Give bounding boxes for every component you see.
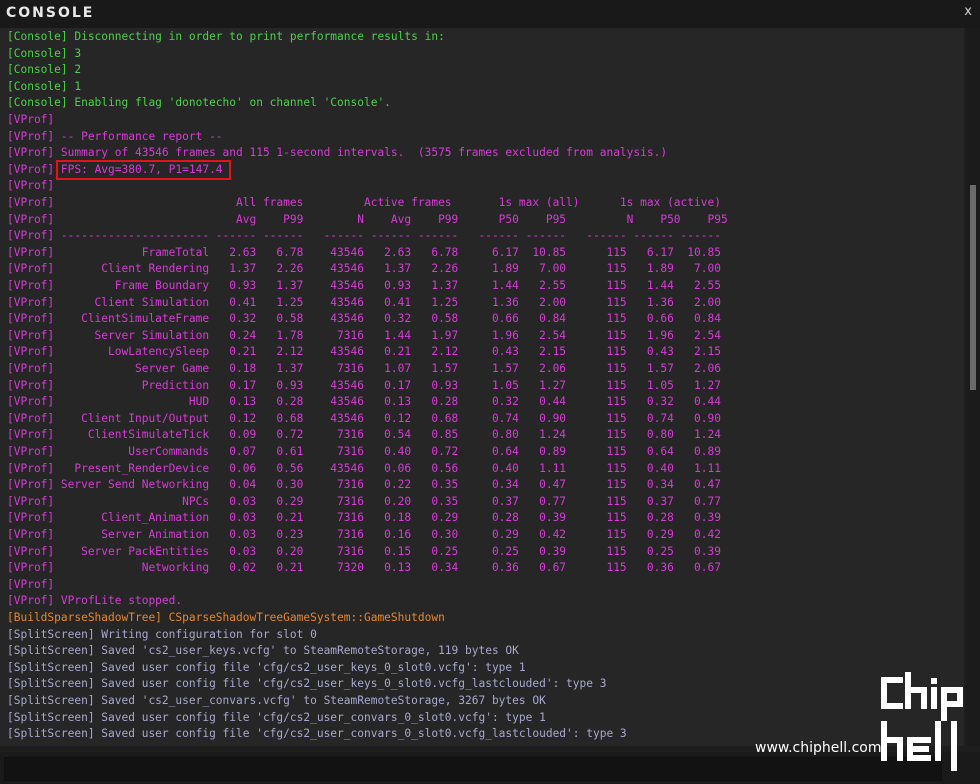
perf-table-row: [VProf] ClientSimulateTick 0.09 0.72 731… [7,428,721,442]
perf-table-row: [VProf] HUD 0.13 0.28 43546 0.13 0.28 0.… [7,395,721,409]
perf-table-row: [VProf] FrameTotal 2.63 6.78 43546 2.63 … [7,245,721,259]
perf-table-row: [VProf] Server Game 0.18 1.37 7316 1.07 … [7,362,721,375]
vprof-line: [VProf] [7,179,55,193]
perf-table-separator: [VProf] ---------------------- ------ --… [7,229,721,243]
splitscreen-line: [SplitScreen] Saved user config file 'cf… [7,710,546,724]
shadow-tree-line: [BuildSparseShadowTree] CSparseShadowTre… [7,611,445,624]
perf-table-row: [VProf] ClientSimulateFrame 0.32 0.58 43… [7,312,721,326]
perf-table-row: [VProf] Server Simulation 0.24 1.78 7316… [7,328,721,342]
console-line: [Console] 1 [7,79,82,93]
splitscreen-line: [SplitScreen] Saved user config file 'cf… [7,727,627,741]
splitscreen-line: [SplitScreen] Writing configuration for … [7,627,317,641]
watermark-site-text: www.chiphell.com [755,740,882,756]
perf-table-row: [VProf] UserCommands 0.07 0.61 7316 0.40… [7,445,721,458]
perf-table-header: [VProf] All frames Active frames 1s max … [7,196,721,209]
perf-table-row: [VProf] NPCs 0.03 0.29 7316 0.20 0.35 0.… [7,494,721,508]
vprof-fps-line: [VProf] FPS: Avg=380.7, P1=147.4 [7,162,223,178]
perf-table-row: [VProf] Frame Boundary 0.93 1.37 43546 0… [7,279,721,292]
perf-table-row: [VProf] Client_Animation 0.03 0.21 7316 … [7,511,721,525]
vprof-line: [VProf] VProfLite stopped. [7,594,183,608]
scrollbar-thumb[interactable] [970,185,976,390]
console-log[interactable]: [Console] Disconnecting in order to prin… [0,28,964,746]
perf-table-row: [VProf] Server PackEntities 0.03 0.20 73… [7,544,721,558]
console-line: [Console] 3 [7,46,82,60]
console-line: [Console] Disconnecting in order to prin… [7,30,445,43]
window-title: CONSOLE [6,5,95,21]
vprof-line: [VProf] [7,577,55,591]
console-window: CONSOLE x [Console] Disconnecting in ord… [0,0,980,784]
command-input[interactable] [4,757,942,781]
perf-table-row: [VProf] Prediction 0.17 0.93 43546 0.17 … [7,378,721,392]
splitscreen-line: [SplitScreen] Saved user config file 'cf… [7,660,526,674]
perf-table-row: [VProf] Server Send Networking 0.04 0.30… [7,478,721,492]
splitscreen-line: [SplitScreen] Saved 'cs2_user_keys.vcfg'… [7,644,519,658]
vprof-prefix: [VProf] [7,162,61,176]
console-line: [Console] Enabling flag 'donotecho' on c… [7,96,391,110]
vprof-line: [VProf] Summary of 43546 frames and 115 … [7,146,668,160]
perf-table-row: [VProf] Client Simulation 0.41 1.25 4354… [7,295,721,309]
perf-table-row: [VProf] Present_RenderDevice 0.06 0.56 4… [7,461,721,475]
perf-table-row: [VProf] LowLatencySleep 0.21 2.12 43546 … [7,345,721,359]
perf-table-subheader: [VProf] Avg P99 N Avg P99 P50 P95 N P50 … [7,212,728,226]
fps-summary: FPS: Avg=380.7, P1=147.4 [60,162,223,176]
vprof-line: [VProf] -- Performance report -- [7,129,223,143]
perf-table-row: [VProf] Networking 0.02 0.21 7320 0.13 0… [7,561,721,575]
perf-table-row: [VProf] Client Input/Output 0.12 0.68 43… [7,411,721,425]
perf-table-row: [VProf] Server Animation 0.03 0.23 7316 … [7,528,721,541]
title-bar[interactable]: CONSOLE x [0,0,980,28]
splitscreen-line: [SplitScreen] Saved 'cs2_user_convars.vc… [7,694,546,707]
close-icon[interactable]: x [964,4,972,19]
chiphell-logo-icon [881,672,963,771]
perf-table-row: [VProf] Client Rendering 1.37 2.26 43546… [7,262,721,276]
vprof-line: [VProf] [7,113,55,126]
splitscreen-line: [SplitScreen] Saved user config file 'cf… [7,677,607,691]
console-line: [Console] 2 [7,63,82,77]
